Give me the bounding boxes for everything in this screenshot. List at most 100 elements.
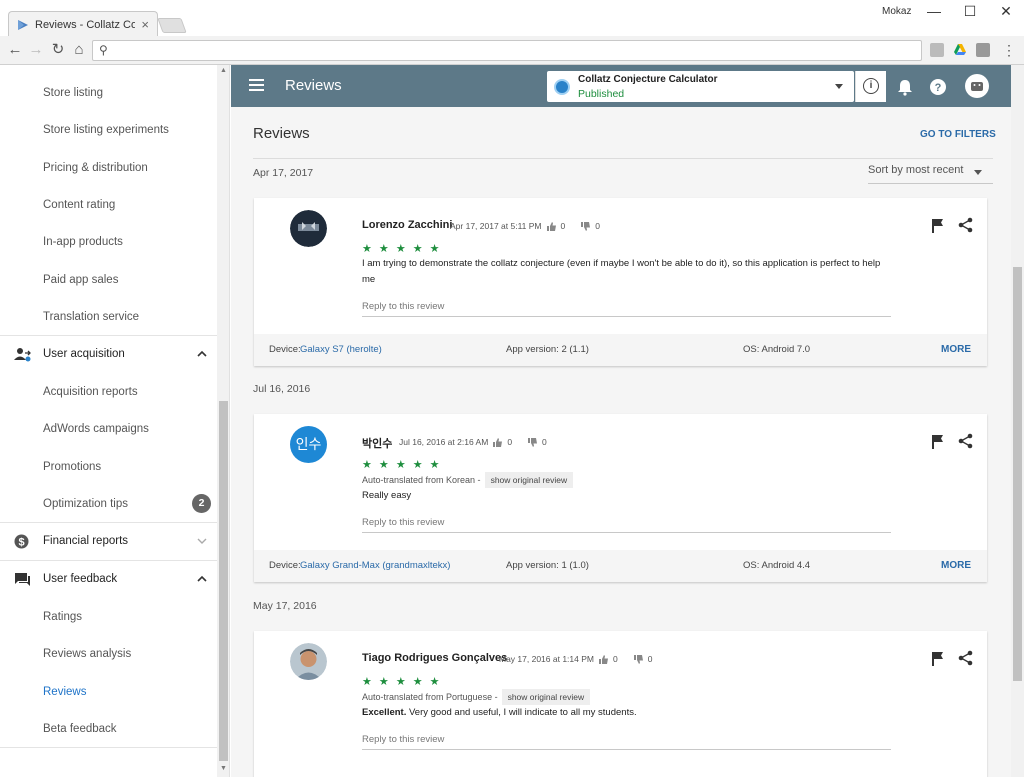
sidebar-item-in-app-products[interactable]: In-app products (0, 223, 217, 260)
translation-note: Auto-translated from Korean - show origi… (362, 472, 574, 488)
device-label: Device: (269, 560, 301, 571)
os-version: OS: Android 4.4 (743, 560, 811, 571)
info-button[interactable]: i (855, 71, 886, 102)
close-window-button[interactable]: ✕ (995, 4, 1017, 20)
scroll-up-arrow-icon[interactable]: ▲ (219, 67, 228, 74)
sidebar-item-translation-service[interactable]: Translation service (0, 298, 217, 335)
star-rating: ★ ★ ★ ★ ★ (362, 243, 442, 255)
svg-text:$: $ (18, 537, 24, 549)
thumbs-up-icon[interactable] (493, 437, 503, 447)
go-to-filters-button[interactable]: GO TO FILTERS (920, 129, 996, 140)
share-icon[interactable] (958, 433, 973, 449)
more-button[interactable]: MORE (941, 560, 971, 571)
browser-tab[interactable]: Reviews - Collatz Conjecture × (8, 11, 158, 37)
reload-icon[interactable]: ↻ (49, 41, 67, 59)
review-card: Lorenzo Zacchini Apr 17, 2017 at 5:11 PM… (254, 198, 987, 366)
scroll-down-arrow-icon[interactable]: ▼ (219, 765, 228, 772)
sidebar-section-financial-reports[interactable]: $ Financial reports (0, 522, 217, 559)
sort-dropdown[interactable]: Sort by most recent (868, 162, 993, 184)
account-avatar[interactable] (965, 74, 989, 98)
sidebar-item-adwords-campaigns[interactable]: AdWords campaigns (0, 410, 217, 447)
tab-close-icon[interactable]: × (141, 17, 149, 32)
bell-icon[interactable] (896, 78, 914, 96)
sidebar-item-paid-app-sales[interactable]: Paid app sales (0, 261, 217, 298)
new-tab-button[interactable] (157, 18, 187, 33)
device-link[interactable]: Galaxy Grand-Max (grandmaxltekx) (300, 560, 450, 571)
reply-input[interactable]: Reply to this review (362, 301, 891, 317)
date-group-label: May 17, 2016 (253, 600, 317, 612)
menu-icon[interactable] (249, 79, 264, 91)
review-meta: Jul 16, 2016 at 2:16 AM 0 0 (399, 437, 547, 447)
sidebar-item-acquisition-reports[interactable]: Acquisition reports (0, 373, 217, 410)
show-original-button[interactable]: show original review (484, 472, 574, 488)
user-acquisition-label: User acquisition (43, 348, 125, 360)
thumbs-down-icon[interactable] (633, 654, 643, 664)
sidebar-item-reviews[interactable]: Reviews (0, 673, 217, 710)
app-selector[interactable]: Collatz Conjecture Calculator Published (547, 71, 854, 102)
sidebar-item-reviews-analysis[interactable]: Reviews analysis (0, 635, 217, 672)
sidebar-item-optimization-tips[interactable]: Optimization tips 2 (0, 485, 217, 522)
browser-user-name[interactable]: Mokaz (882, 6, 911, 17)
reply-input[interactable]: Reply to this review (362, 517, 891, 533)
minimize-button[interactable]: — (923, 4, 945, 20)
app-icon (554, 79, 570, 95)
flag-icon[interactable] (932, 651, 946, 666)
flag-icon[interactable] (932, 218, 946, 233)
reviewer-avatar (290, 210, 327, 247)
forward-icon[interactable]: → (27, 41, 45, 59)
address-bar[interactable]: ⚲ (92, 40, 922, 61)
maximize-button[interactable]: ☐ (959, 4, 981, 20)
sidebar-section-user-feedback[interactable]: User feedback (0, 560, 217, 597)
show-original-button[interactable]: show original review (501, 689, 591, 705)
cast-icon[interactable] (976, 43, 990, 57)
sidebar-section-user-acquisition[interactable]: User acquisition (0, 335, 217, 372)
browser-menu-icon[interactable]: ⋮ (1000, 41, 1018, 59)
flag-icon[interactable] (932, 434, 946, 449)
sidebar-item-content-rating[interactable]: Content rating (0, 186, 217, 223)
review-author: Lorenzo Zacchini (362, 219, 453, 231)
drive-icon[interactable] (953, 43, 967, 57)
share-icon[interactable] (958, 650, 973, 666)
thumbs-down-icon[interactable] (581, 221, 591, 231)
device-link[interactable]: Galaxy S7 (herolte) (300, 344, 382, 355)
dislike-count: 0 (595, 221, 600, 231)
sidebar-item-store-listing[interactable]: Store listing (0, 74, 217, 111)
share-icon[interactable] (958, 217, 973, 233)
review-text: Really easy (362, 490, 412, 501)
review-author: Tiago Rodrigues Gonçalves (362, 652, 508, 664)
help-icon[interactable]: ? (929, 78, 947, 96)
sidebar-item-beta-feedback[interactable]: Beta feedback (0, 710, 217, 747)
tab-title: Reviews - Collatz Conjecture (35, 18, 136, 31)
dropdown-arrow-icon (974, 170, 982, 175)
app-name: Collatz Conjecture Calculator (578, 74, 718, 85)
svg-text:?: ? (935, 82, 942, 94)
review-card: 인수 박인수 Jul 16, 2016 at 2:16 AM 0 0 ★ ★ ★… (254, 414, 987, 582)
sidebar-scrollbar-thumb[interactable] (219, 401, 228, 761)
home-icon[interactable]: ⌂ (70, 41, 88, 59)
sidebar-item-pricing-distribution[interactable]: Pricing & distribution (0, 149, 217, 186)
info-icon: i (863, 78, 879, 94)
back-icon[interactable]: ← (6, 41, 24, 59)
optimization-tips-label: Optimization tips (43, 497, 129, 510)
more-button[interactable]: MORE (941, 344, 971, 355)
star-rating: ★ ★ ★ ★ ★ (362, 676, 442, 688)
translation-note: Auto-translated from Portuguese - show o… (362, 689, 591, 705)
dislike-count: 0 (542, 437, 547, 447)
thumbs-up-icon[interactable] (598, 654, 608, 664)
os-version: OS: Android 7.0 (743, 344, 811, 355)
like-count: 0 (507, 437, 513, 447)
sidebar-item-ratings[interactable]: Ratings (0, 598, 217, 635)
thumbs-up-icon[interactable] (546, 221, 556, 231)
thumbs-down-icon[interactable] (528, 437, 538, 447)
device-label: Device: (269, 344, 301, 355)
review-author: 박인수 (362, 438, 393, 450)
app-version: App version: 2 (1.1) (506, 344, 589, 355)
sidebar-item-store-listing-experiments[interactable]: Store listing experiments (0, 111, 217, 148)
reply-input[interactable]: Reply to this review (362, 734, 891, 750)
extension-icon[interactable] (930, 43, 944, 57)
page-scrollbar-thumb[interactable] (1013, 267, 1022, 681)
page-title: Reviews (253, 125, 310, 142)
sidebar-item-promotions[interactable]: Promotions (0, 448, 217, 485)
review-date: Jul 16, 2016 at 2:16 AM (399, 437, 489, 447)
dislike-count: 0 (647, 654, 653, 664)
